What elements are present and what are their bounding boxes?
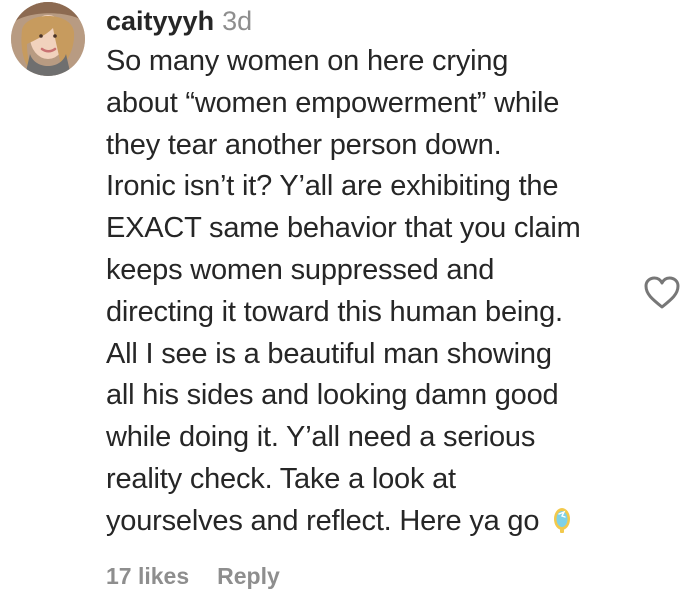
comment-card: caityyyh 3d So many women on here crying…	[0, 0, 700, 601]
comment-line: reality check. Take a look at	[106, 462, 456, 495]
comment-line: EXACT same behavior that you claim	[106, 212, 581, 245]
comment-line: directing it toward this human being.	[106, 295, 563, 328]
comment-line: All I see is a beautiful man showing	[106, 337, 552, 370]
comment-actions: 17 likes Reply	[106, 563, 280, 590]
comment-line: Ironic isn’t it? Y’all are exhibiting th…	[106, 170, 559, 203]
comment-line: while doing it. Y’all need a serious	[106, 421, 536, 454]
reply-button[interactable]: Reply	[217, 563, 280, 590]
comment-last-line-text: yourselves and reflect. Here ya go	[106, 504, 540, 537]
avatar-image	[11, 2, 85, 76]
mirror-emoji-icon	[554, 507, 571, 533]
likes-count[interactable]: 17 likes	[106, 563, 189, 590]
comment-line: all his sides and looking damn good	[106, 379, 559, 412]
comment-line: So many women on here crying	[106, 45, 509, 77]
comment-line: they tear another person down.	[106, 128, 502, 161]
comment-text: So many women on here crying about “wome…	[106, 41, 626, 543]
comment-last-line: yourselves and reflect. Here ya go	[106, 501, 626, 543]
comment-content: caityyyh 3d So many women on here crying…	[106, 2, 626, 543]
heart-outline-icon[interactable]	[642, 274, 682, 314]
comment-line: keeps women suppressed and	[106, 253, 495, 286]
comment-header: caityyyh 3d	[106, 2, 626, 40]
timestamp[interactable]: 3d	[222, 2, 252, 40]
username[interactable]: caityyyh	[106, 2, 214, 40]
comment-line: about “women empowerment” while	[106, 86, 560, 119]
avatar[interactable]	[11, 2, 85, 76]
